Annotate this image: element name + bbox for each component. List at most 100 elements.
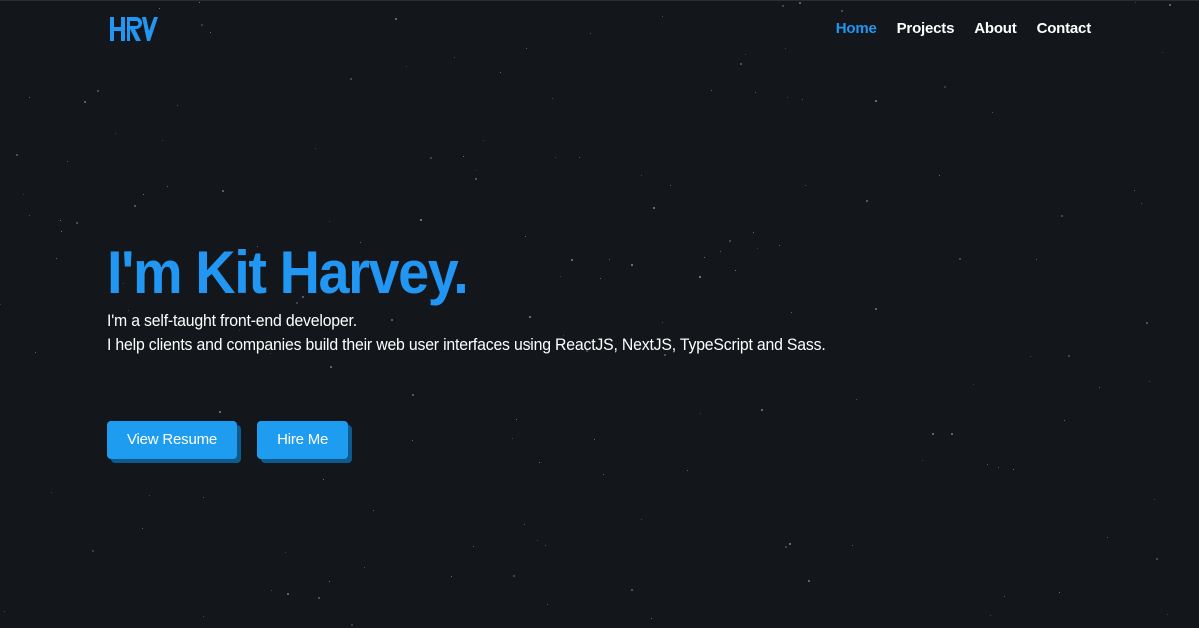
page: Home Projects About Contact I'm Kit Harv… (0, 0, 1199, 628)
star-dot (526, 48, 527, 49)
star-dot (350, 78, 352, 80)
star-dot (51, 492, 52, 493)
star-dot (524, 524, 525, 525)
hrv-logo[interactable] (108, 15, 158, 43)
star-dot (998, 467, 999, 468)
star-dot (475, 178, 477, 180)
star-dot (785, 48, 786, 49)
main-nav: Home Projects About Contact (836, 20, 1091, 37)
star-dot (631, 589, 633, 591)
star-dot (545, 545, 546, 546)
star-dot (1059, 592, 1060, 593)
star-dot (1156, 558, 1158, 560)
star-dot (875, 100, 877, 102)
star-dot (590, 33, 591, 34)
nav-link-contact[interactable]: Contact (1037, 20, 1092, 37)
hero-description-line: I help clients and companies build their… (107, 335, 826, 354)
star-dot (0, 304, 1, 305)
star-dot (222, 190, 224, 192)
star-dot (451, 576, 452, 577)
star-dot (641, 175, 642, 176)
star-dot (866, 200, 868, 202)
star-dot (29, 97, 30, 98)
star-dot (318, 597, 320, 599)
star-dot (92, 550, 94, 552)
star-dot (199, 2, 200, 3)
star-dot (159, 8, 160, 9)
star-dot (1167, 614, 1168, 615)
star-dot (406, 66, 407, 67)
nav-link-projects[interactable]: Projects (897, 20, 955, 37)
star-dot (23, 194, 24, 195)
star-dot (330, 366, 332, 368)
star-dot (973, 384, 974, 385)
star-dot (323, 479, 324, 480)
star-dot (56, 258, 57, 259)
star-dot (395, 18, 397, 20)
star-dot (201, 24, 203, 26)
star-dot (473, 546, 474, 547)
hero-intro-line: I'm a self-taught front-end developer. (107, 311, 357, 330)
star-dot (1135, 2, 1136, 3)
star-dot (1064, 420, 1065, 421)
star-dot (97, 90, 99, 92)
star-dot (167, 186, 168, 187)
star-dot (287, 593, 289, 595)
star-dot (16, 154, 18, 156)
star-dot (203, 616, 204, 617)
star-dot (67, 161, 68, 162)
star-dot (463, 156, 464, 157)
star-dot (143, 194, 144, 195)
nav-link-about[interactable]: About (974, 20, 1017, 37)
hire-me-button[interactable]: Hire Me (257, 421, 349, 459)
star-dot (922, 460, 923, 461)
star-dot (412, 440, 413, 441)
star-dot (753, 232, 754, 233)
nav-link-home[interactable]: Home (836, 20, 877, 37)
star-dot (364, 567, 365, 568)
star-dot (1134, 190, 1135, 191)
star-dot (594, 439, 595, 440)
star-dot (1036, 259, 1037, 260)
star-dot (789, 543, 791, 545)
star-dot (1068, 355, 1070, 357)
star-dot (351, 624, 353, 626)
star-dot (412, 394, 414, 396)
star-dot (711, 90, 712, 91)
star-dot (755, 92, 756, 93)
star-dot (579, 157, 580, 158)
star-dot (285, 552, 286, 553)
view-resume-button[interactable]: View Resume (107, 421, 238, 459)
star-dot (1013, 469, 1014, 470)
star-dot (60, 220, 61, 221)
star-dot (1169, 4, 1171, 6)
hero-section: I'm Kit Harvey. I'm a self-taught front-… (107, 237, 880, 357)
star-dot (932, 433, 934, 435)
star-dot (219, 411, 221, 413)
star-dot (852, 545, 853, 546)
star-dot (512, 438, 513, 439)
star-dot (430, 157, 432, 159)
star-dot (475, 170, 476, 171)
star-dot (603, 474, 604, 475)
star-dot (662, 16, 663, 17)
star-dot (761, 409, 763, 411)
hero-title: I'm Kit Harvey. (107, 239, 469, 306)
star-dot (841, 10, 843, 12)
star-dot (1004, 596, 1005, 597)
star-dot (1149, 381, 1150, 382)
star-dot (177, 105, 178, 106)
star-dot (373, 510, 374, 511)
star-dot (785, 546, 787, 548)
star-dot (856, 399, 857, 400)
star-dot (745, 54, 746, 55)
star-dot (959, 258, 961, 260)
star-dot (516, 419, 517, 420)
star-dot (740, 63, 742, 65)
star-dot (1107, 537, 1108, 538)
star-dot (29, 215, 30, 216)
star-dot (687, 470, 688, 471)
star-dot (552, 98, 553, 99)
star-dot (1030, 356, 1031, 357)
star-dot (162, 140, 163, 141)
